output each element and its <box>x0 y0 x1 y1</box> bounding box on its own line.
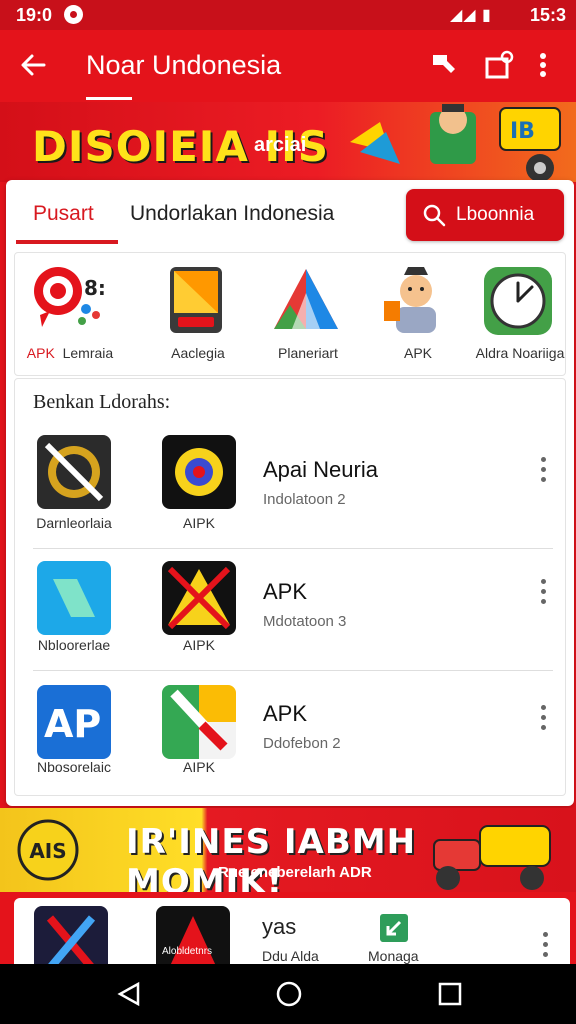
maps-app-icon <box>162 685 236 759</box>
system-nav-bar <box>0 964 576 1024</box>
nav-recents-icon[interactable] <box>436 980 464 1008</box>
featured-app-label: Planeriart <box>278 345 338 361</box>
svg-text:AP: AP <box>44 702 101 746</box>
app-caption: Monaga <box>368 948 419 964</box>
app-name: APK <box>263 579 308 604</box>
tab-bar: Pusart Undorlakan Indonesia Lboonnia <box>6 180 574 246</box>
app-name: APK <box>263 701 308 726</box>
featured-app-label: Aaclegia <box>171 345 225 361</box>
status-clock: 15:3 <box>529 5 566 25</box>
list-item[interactable]: AP Nbosorelaic AIPK APK Ddofebon 2 <box>15 671 565 791</box>
app-subtitle: Indolatoon 2 <box>263 491 346 508</box>
row-divider <box>33 548 553 549</box>
character-icon <box>384 267 436 333</box>
secondary-card: Alobldetnrs yas Ddu Alda Monaga <box>14 898 570 968</box>
main-card: Pusart Undorlakan Indonesia Lboonnia 8: <box>6 180 574 806</box>
tab-indonesia[interactable]: Undorlakan Indonesia <box>130 202 334 226</box>
dark-x-app-icon <box>34 906 108 968</box>
fire-box-icon <box>170 267 222 333</box>
signal-icon: ◢◢ ▮ <box>450 7 492 24</box>
scooter-illustration <box>433 825 551 890</box>
app-subtitle: Ddofebon 2 <box>263 735 341 752</box>
app-caption: Nbosorelaic <box>37 759 111 775</box>
colorful-triangle-icon <box>274 269 338 329</box>
app-caption: Ddu Alda <box>262 948 319 964</box>
featured-app-label: APK Lemraia <box>26 345 114 361</box>
app-caption: Alobldetnrs <box>162 946 213 957</box>
more-vert-icon[interactable] <box>536 50 550 80</box>
search-icon <box>423 204 446 227</box>
featured-apps: 8: APK Lemraia Aaclegia Planeriart APK A… <box>14 252 566 376</box>
yellow-gear-app-icon <box>162 435 236 509</box>
black-gold-app-icon <box>37 435 111 509</box>
banner-character-illustration: IB <box>350 104 561 182</box>
more-options-icon[interactable] <box>539 457 547 487</box>
svg-text:8:: 8: <box>84 276 104 300</box>
bookmark-icon[interactable] <box>428 50 458 80</box>
search-button-label: Lboonnia <box>456 204 535 225</box>
featured-app[interactable]: Planeriart <box>253 265 363 365</box>
app-list-section: Benkan Ldorahs: Darnleorlaia AIPK Apai N… <box>14 378 566 796</box>
app-caption: AIPK <box>183 759 215 775</box>
featured-app[interactable]: 8: APK Lemraia <box>15 265 125 365</box>
search-button[interactable]: Lboonnia <box>406 189 564 241</box>
svg-text:IB: IB <box>510 119 535 144</box>
red-a-app-icon <box>156 906 230 968</box>
teal-app-icon <box>37 561 111 635</box>
green-arrow-app-icon <box>380 914 408 942</box>
promo-banner-bottom[interactable]: AIS IR'INES IABMH MOMIK! Rue eneberelarh… <box>0 808 576 892</box>
more-options-icon[interactable] <box>539 705 547 735</box>
yas-logo: yas <box>262 914 297 939</box>
nav-home-icon[interactable] <box>275 980 303 1008</box>
clock-icon <box>484 267 552 335</box>
featured-app[interactable]: Aaclegia <box>143 265 253 365</box>
ap-logo-app-icon: AP <box>37 685 111 759</box>
banner-logo-badge: AIS <box>17 819 79 881</box>
title-underline <box>86 97 132 100</box>
app-caption: AIPK <box>183 515 215 531</box>
promo-banner-top[interactable]: DISOIEIA IIS arciai IB <box>0 102 576 182</box>
app-caption: Nbloorerlae <box>37 637 111 653</box>
banner-subtext: Rue eneberelarh ADR <box>218 864 372 881</box>
nav-back-icon[interactable] <box>116 980 144 1008</box>
more-options-icon[interactable] <box>541 932 549 957</box>
app-caption: AIPK <box>183 637 215 653</box>
share-icon[interactable] <box>484 50 514 80</box>
featured-app[interactable]: APK <box>363 265 473 365</box>
list-item[interactable]: Nbloorerlae AIPK APK Mdotatoon 3 <box>15 551 565 671</box>
app-subtitle: Mdotatoon 3 <box>263 613 347 630</box>
notification-icon <box>64 5 83 24</box>
tab-pusart[interactable]: Pusart <box>33 202 94 226</box>
app-bar: Noar Undonesia <box>0 30 576 102</box>
status-time: 19:0 <box>16 5 53 25</box>
target-app-icon: 8: <box>34 267 104 327</box>
list-item[interactable]: Darnleorlaia AIPK Apai Neuria Indolatoon… <box>15 429 565 549</box>
section-title: Benkan Ldorahs: <box>33 391 171 413</box>
app-name: Apai Neuria <box>263 457 378 482</box>
banner-subtext: arciai <box>254 134 307 156</box>
featured-app[interactable]: Aldra Noariiga <box>465 265 575 365</box>
back-arrow-icon[interactable] <box>18 50 48 80</box>
featured-app-label: APK <box>403 345 432 361</box>
app-caption: Darnleorlaia <box>36 515 112 531</box>
tab-indicator <box>16 240 118 244</box>
more-options-icon[interactable] <box>539 579 547 609</box>
page-title: Noar Undonesia <box>86 50 282 80</box>
svg-text:AIS: AIS <box>29 839 66 863</box>
status-bar: 19:0 ◢◢ ▮ 15:3 <box>0 0 576 30</box>
featured-app-label: Aldra Noariiga <box>475 345 565 361</box>
warning-cross-app-icon <box>162 561 236 635</box>
